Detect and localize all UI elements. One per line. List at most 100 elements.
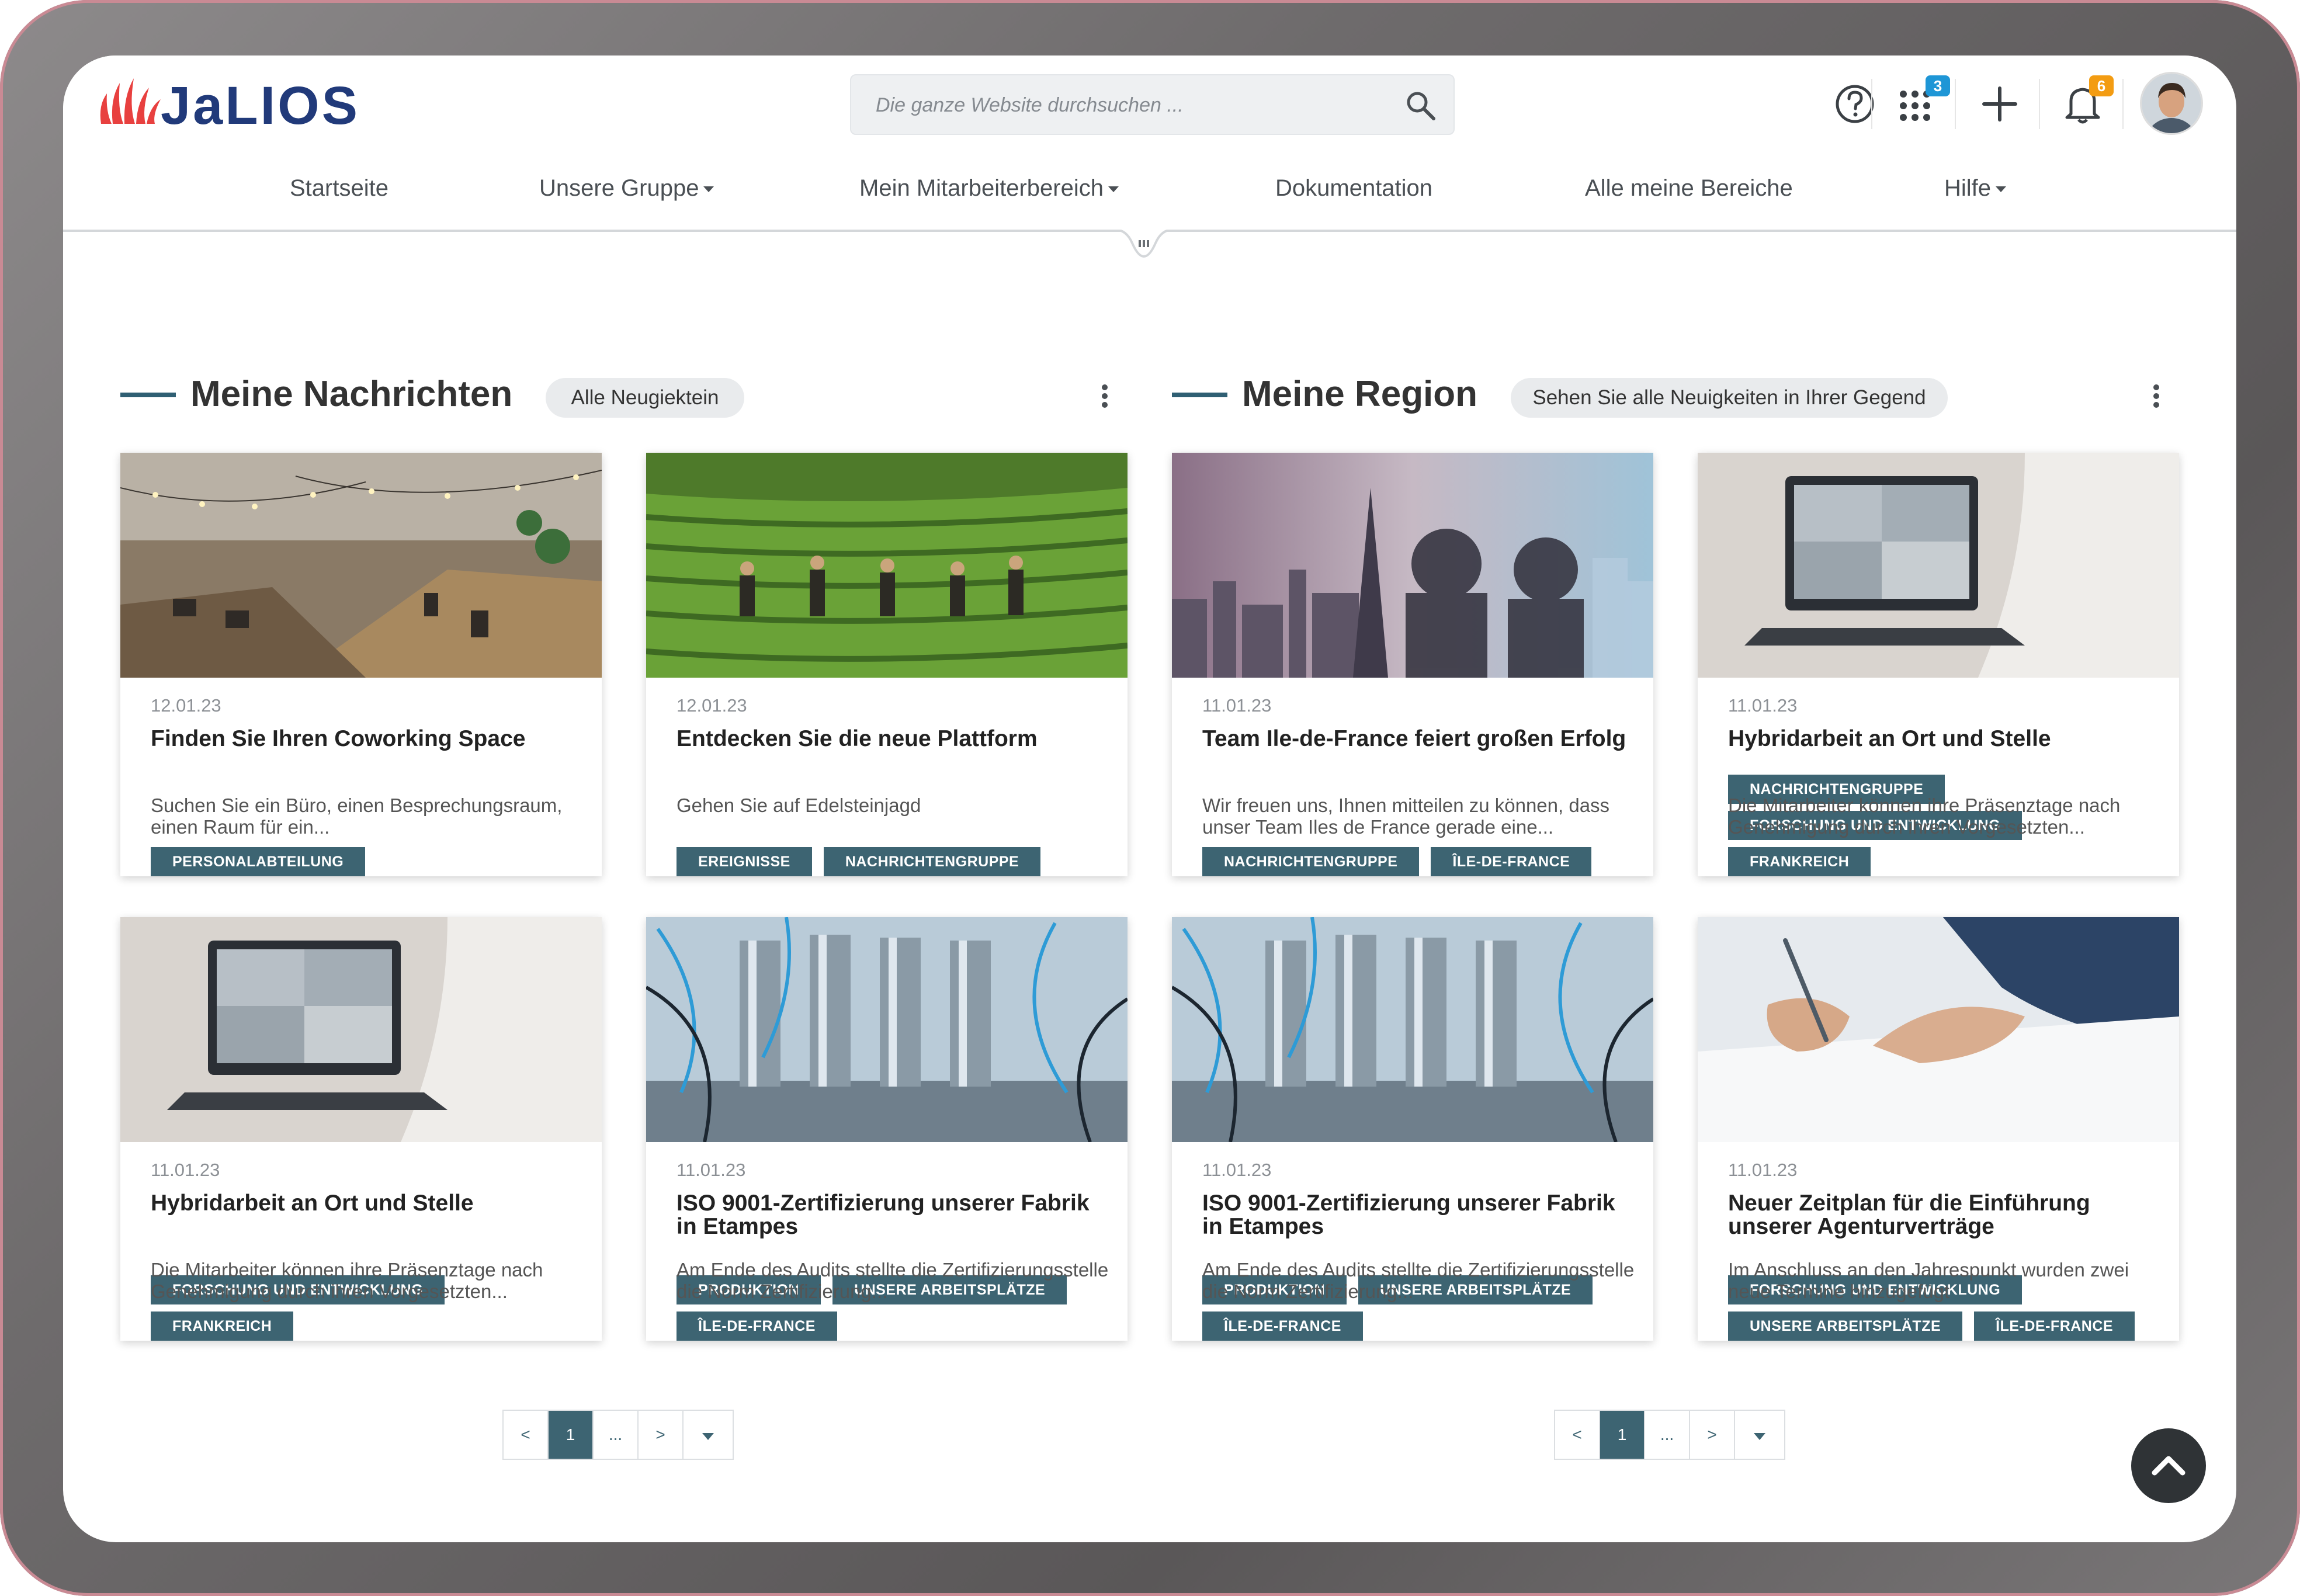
news-card-team-idf[interactable]: NACHRICHTENGRUPPE ÎLE-DE-FRANCE 11.01.23 … [1172,453,1653,876]
news-card-hybridarbeit-region[interactable]: NACHRICHTENGRUPPE FORSCHUNG UND ENTWICKL… [1698,453,2179,876]
tag[interactable]: NACHRICHTENGRUPPE [823,847,1041,876]
card-date: 11.01.23 [1728,1160,1798,1180]
tag[interactable]: PERSONALABTEILUNG [151,847,366,876]
news-card-iso-9001-region[interactable]: PRODUKTION UNSERE ARBEITSPLÄTZE ÎLE-DE-FR… [1172,917,1653,1341]
notifications-count-badge: 6 [2089,75,2114,96]
card-description: Gehen Sie auf Edelsteinjagd [677,794,921,816]
caret-down-icon [1754,1433,1765,1440]
jalios-logo[interactable]: JaLIOS [95,70,358,134]
tag[interactable]: ÎLE-DE-FRANCE [1202,1312,1363,1341]
search-icon[interactable] [1403,88,1438,123]
card-description: Am Ende des Audits stellte die Zertifizi… [677,1259,1109,1302]
card-date: 11.01.23 [1202,695,1272,716]
more-options-icon[interactable] [2150,379,2162,414]
news-card-coworking[interactable]: PERSONALABTEILUNG 12.01.23 Finden Sie Ih… [120,453,602,876]
search-box[interactable] [850,74,1455,135]
nav-dokumentation[interactable]: Dokumentation [1275,175,1432,202]
nav-label: Dokumentation [1275,175,1433,201]
card-date: 11.01.23 [677,1160,746,1180]
card-title[interactable]: ISO 9001-Zertifizierung unserer Fabrik i… [1202,1192,1635,1238]
tag[interactable]: FRANKREICH [151,1312,294,1341]
pagination-next[interactable]: > [639,1411,684,1459]
more-options-icon[interactable] [1099,379,1111,414]
tag[interactable]: ÎLE-DE-FRANCE [677,1312,837,1341]
card-image-factory [1172,917,1653,1142]
tag[interactable]: NACHRICHTENGRUPPE [1202,847,1420,876]
card-title[interactable]: ISO 9001-Zertifizierung unserer Fabrik i… [677,1192,1109,1238]
svg-text:JaLIOS: JaLIOS [161,76,358,134]
nav-label: Mein Mitarbeiterbereich [859,175,1104,201]
nav-hilfe[interactable]: Hilfe [1944,175,2007,202]
all-region-news-button[interactable]: Sehen Sie alle Neuigkeiten in Ihrer Gege… [1511,378,1948,418]
pagination-ellipsis[interactable]: ... [1645,1411,1690,1459]
card-description: Im Anschluss an den Jahrespunkt wurden z… [1728,1259,2129,1302]
news-card-iso-9001[interactable]: PRODUKTION UNSERE ARBEITSPLÄTZE ÎLE-DE-FR… [646,917,1128,1341]
pagination-nachrichten: < 1 ... > [502,1410,734,1460]
main-navigation: Startseite Unsere Gruppe Mein Mitarbeite… [63,152,2236,232]
plus-icon[interactable] [1973,78,2026,130]
pagination-dropdown[interactable] [1735,1411,1784,1459]
card-description: Die Mitarbeiter können ihre Präsenztage … [1728,794,2121,838]
nav-unsere-gruppe[interactable]: Unsere Gruppe [539,175,714,202]
pagination-prev[interactable]: < [1555,1411,1600,1459]
nav-label: Startseite [290,175,388,201]
tag[interactable]: ÎLE-DE-FRANCE [1974,1312,2135,1341]
pagination-next[interactable]: > [1690,1411,1735,1459]
caret-down-icon [1996,186,2007,193]
card-image-factory [646,917,1128,1142]
card-title[interactable]: Finden Sie Ihren Coworking Space [151,727,583,751]
header-divider [1871,79,1872,129]
card-tags: PERSONALABTEILUNG [151,840,366,876]
tag[interactable]: ÎLE-DE-FRANCE [1431,847,1592,876]
card-date: 11.01.23 [151,1160,220,1180]
card-tags: EREIGNISSE NACHRICHTENGRUPPE [677,840,1041,876]
help-icon[interactable] [1829,78,1881,130]
app-screen: JaLIOS 3 [63,55,2236,1542]
section-accent-line [120,393,176,397]
card-title[interactable]: Hybridarbeit an Ort und Stelle [151,1192,583,1215]
caret-down-icon [702,1433,714,1440]
nav-mein-mitarbeiterbereich[interactable]: Mein Mitarbeiterbereich [859,175,1119,202]
pagination-page-current[interactable]: 1 [549,1411,594,1459]
tag[interactable]: UNSERE ARBEITSPLÄTZE [1728,1312,1963,1341]
pagination-dropdown[interactable] [684,1411,733,1459]
card-description: Die Mitarbeiter können ihre Präsenztage … [151,1259,543,1302]
card-image-coworking [120,453,602,678]
header-divider [2039,79,2040,129]
pagination-ellipsis[interactable]: ... [594,1411,639,1459]
card-date: 11.01.23 [1728,695,1798,716]
card-title[interactable]: Hybridarbeit an Ort und Stelle [1728,727,2160,751]
user-avatar[interactable] [2140,72,2203,135]
tag[interactable]: EREIGNISSE [677,847,812,876]
tag[interactable]: FRANKREICH [1728,847,1871,876]
card-date: 12.01.23 [677,695,747,716]
chevron-up-icon [2152,1456,2185,1476]
card-description: Suchen Sie ein Büro, einen Besprechungsr… [151,794,563,838]
section-title-meine-nachrichten: Meine Nachrichten [190,374,513,414]
search-input[interactable] [875,87,1391,123]
nav-startseite[interactable]: Startseite [290,175,388,202]
news-card-agenturvertraege[interactable]: FORSCHUNG UND ENTWICKLUNG UNSERE ARBEITS… [1698,917,2179,1341]
pagination-prev[interactable]: < [504,1411,549,1459]
pagination-page-current[interactable]: 1 [1600,1411,1645,1459]
back-to-top-button[interactable] [2131,1428,2206,1503]
news-card-hybridarbeit[interactable]: FORSCHUNG UND ENTWICKLUNG FRANKREICH 11.… [120,917,602,1341]
all-news-button[interactable]: Alle Neugiektein [546,378,744,418]
menu-toggle-tab[interactable] [1115,228,1173,263]
card-image-video-call [1698,453,2179,678]
card-title[interactable]: Entdecken Sie die neue Plattform [677,727,1109,751]
apps-count-badge: 3 [1926,75,1950,96]
caret-down-icon [1108,186,1119,193]
card-tags: NACHRICHTENGRUPPE ÎLE-DE-FRANCE [1202,840,1592,876]
card-date: 12.01.23 [151,695,221,716]
card-description: Am Ende des Audits stellte die Zertifizi… [1202,1259,1635,1302]
card-title[interactable]: Neuer Zeitplan für die Einführung unsere… [1728,1192,2160,1238]
card-image-video-call [120,917,602,1142]
header-divider [2122,79,2124,129]
news-card-plattform[interactable]: EREIGNISSE NACHRICHTENGRUPPE 12.01.23 Ent… [646,453,1128,876]
card-title[interactable]: Team Ile-de-France feiert großen Erfolg [1202,727,1635,751]
nav-label: Unsere Gruppe [539,175,699,201]
card-date: 11.01.23 [1202,1160,1272,1180]
card-image-city-team [1172,453,1653,678]
nav-alle-meine-bereiche[interactable]: Alle meine Bereiche [1585,175,1793,202]
